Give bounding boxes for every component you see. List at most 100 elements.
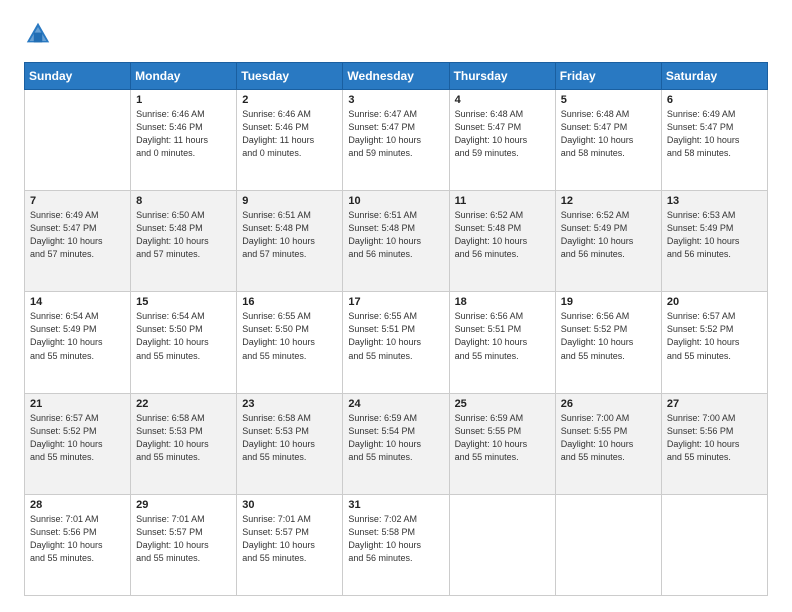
calendar-cell: 19 Sunrise: 6:56 AM Sunset: 5:52 PM Dayli…: [555, 292, 661, 393]
day-info: Sunrise: 6:57 AM Sunset: 5:52 PM Dayligh…: [30, 412, 125, 464]
calendar-cell: 4 Sunrise: 6:48 AM Sunset: 5:47 PM Daylig…: [449, 90, 555, 191]
day-number: 20: [667, 296, 762, 308]
calendar-cell: 20 Sunrise: 6:57 AM Sunset: 5:52 PM Dayli…: [661, 292, 767, 393]
calendar-cell: 1 Sunrise: 6:46 AM Sunset: 5:46 PM Daylig…: [131, 90, 237, 191]
day-info: Sunrise: 6:49 AM Sunset: 5:47 PM Dayligh…: [667, 108, 762, 160]
day-number: 5: [561, 94, 656, 106]
day-number: 27: [667, 398, 762, 410]
day-number: 7: [30, 195, 125, 207]
calendar-cell: 12 Sunrise: 6:52 AM Sunset: 5:49 PM Dayli…: [555, 191, 661, 292]
day-number: 30: [242, 499, 337, 511]
calendar-cell: 9 Sunrise: 6:51 AM Sunset: 5:48 PM Daylig…: [237, 191, 343, 292]
day-info: Sunrise: 6:54 AM Sunset: 5:50 PM Dayligh…: [136, 310, 231, 362]
day-info: Sunrise: 6:51 AM Sunset: 5:48 PM Dayligh…: [348, 209, 443, 261]
calendar-cell: 25 Sunrise: 6:59 AM Sunset: 5:55 PM Dayli…: [449, 393, 555, 494]
calendar-day-header: Friday: [555, 63, 661, 90]
day-info: Sunrise: 6:59 AM Sunset: 5:55 PM Dayligh…: [455, 412, 550, 464]
day-info: Sunrise: 6:53 AM Sunset: 5:49 PM Dayligh…: [667, 209, 762, 261]
day-number: 11: [455, 195, 550, 207]
day-info: Sunrise: 6:46 AM Sunset: 5:46 PM Dayligh…: [242, 108, 337, 160]
day-number: 26: [561, 398, 656, 410]
calendar-day-header: Saturday: [661, 63, 767, 90]
day-number: 3: [348, 94, 443, 106]
day-number: 18: [455, 296, 550, 308]
calendar-cell: 14 Sunrise: 6:54 AM Sunset: 5:49 PM Dayli…: [25, 292, 131, 393]
calendar-cell: 29 Sunrise: 7:01 AM Sunset: 5:57 PM Dayli…: [131, 494, 237, 595]
calendar-cell: 6 Sunrise: 6:49 AM Sunset: 5:47 PM Daylig…: [661, 90, 767, 191]
day-number: 8: [136, 195, 231, 207]
calendar-cell: [555, 494, 661, 595]
day-number: 14: [30, 296, 125, 308]
day-info: Sunrise: 6:46 AM Sunset: 5:46 PM Dayligh…: [136, 108, 231, 160]
day-number: 29: [136, 499, 231, 511]
calendar-day-header: Tuesday: [237, 63, 343, 90]
calendar-cell: 8 Sunrise: 6:50 AM Sunset: 5:48 PM Daylig…: [131, 191, 237, 292]
day-info: Sunrise: 7:00 AM Sunset: 5:55 PM Dayligh…: [561, 412, 656, 464]
calendar-day-header: Wednesday: [343, 63, 449, 90]
calendar-cell: 27 Sunrise: 7:00 AM Sunset: 5:56 PM Dayli…: [661, 393, 767, 494]
day-number: 10: [348, 195, 443, 207]
day-info: Sunrise: 6:59 AM Sunset: 5:54 PM Dayligh…: [348, 412, 443, 464]
day-number: 9: [242, 195, 337, 207]
day-number: 1: [136, 94, 231, 106]
day-info: Sunrise: 6:58 AM Sunset: 5:53 PM Dayligh…: [242, 412, 337, 464]
day-number: 23: [242, 398, 337, 410]
day-info: Sunrise: 7:02 AM Sunset: 5:58 PM Dayligh…: [348, 513, 443, 565]
calendar-cell: 3 Sunrise: 6:47 AM Sunset: 5:47 PM Daylig…: [343, 90, 449, 191]
logo: [24, 20, 58, 48]
day-number: 17: [348, 296, 443, 308]
day-number: 2: [242, 94, 337, 106]
day-info: Sunrise: 6:48 AM Sunset: 5:47 PM Dayligh…: [561, 108, 656, 160]
calendar-week-row: 28Sunrise: 7:01 AM Sunset: 5:56 PM Dayli…: [25, 494, 768, 595]
calendar-day-header: Monday: [131, 63, 237, 90]
day-number: 21: [30, 398, 125, 410]
calendar-cell: 2 Sunrise: 6:46 AM Sunset: 5:46 PM Daylig…: [237, 90, 343, 191]
calendar-cell: 21 Sunrise: 6:57 AM Sunset: 5:52 PM Dayli…: [25, 393, 131, 494]
day-number: 13: [667, 195, 762, 207]
day-info: Sunrise: 6:57 AM Sunset: 5:52 PM Dayligh…: [667, 310, 762, 362]
page: SundayMondayTuesdayWednesdayThursdayFrid…: [0, 0, 792, 612]
day-number: 19: [561, 296, 656, 308]
day-info: Sunrise: 7:01 AM Sunset: 5:57 PM Dayligh…: [136, 513, 231, 565]
day-info: Sunrise: 6:56 AM Sunset: 5:51 PM Dayligh…: [455, 310, 550, 362]
day-number: 25: [455, 398, 550, 410]
calendar-cell: 24 Sunrise: 6:59 AM Sunset: 5:54 PM Dayli…: [343, 393, 449, 494]
day-number: 16: [242, 296, 337, 308]
calendar-cell: 30Sunrise: 7:01 AM Sunset: 5:57 PM Dayli…: [237, 494, 343, 595]
calendar-cell: [25, 90, 131, 191]
calendar-week-row: 21 Sunrise: 6:57 AM Sunset: 5:52 PM Dayli…: [25, 393, 768, 494]
header: [24, 20, 768, 48]
day-info: Sunrise: 6:56 AM Sunset: 5:52 PM Dayligh…: [561, 310, 656, 362]
day-number: 6: [667, 94, 762, 106]
calendar-cell: [661, 494, 767, 595]
day-info: Sunrise: 6:50 AM Sunset: 5:48 PM Dayligh…: [136, 209, 231, 261]
day-info: Sunrise: 6:52 AM Sunset: 5:49 PM Dayligh…: [561, 209, 656, 261]
calendar-header-row: SundayMondayTuesdayWednesdayThursdayFrid…: [25, 63, 768, 90]
calendar-cell: 11 Sunrise: 6:52 AM Sunset: 5:48 PM Dayli…: [449, 191, 555, 292]
day-info: Sunrise: 6:54 AM Sunset: 5:49 PM Dayligh…: [30, 310, 125, 362]
day-number: 4: [455, 94, 550, 106]
day-info: Sunrise: 6:47 AM Sunset: 5:47 PM Dayligh…: [348, 108, 443, 160]
calendar-week-row: 1 Sunrise: 6:46 AM Sunset: 5:46 PM Daylig…: [25, 90, 768, 191]
calendar-cell: 16 Sunrise: 6:55 AM Sunset: 5:50 PM Dayli…: [237, 292, 343, 393]
day-info: Sunrise: 6:52 AM Sunset: 5:48 PM Dayligh…: [455, 209, 550, 261]
day-info: Sunrise: 6:51 AM Sunset: 5:48 PM Dayligh…: [242, 209, 337, 261]
calendar-week-row: 14 Sunrise: 6:54 AM Sunset: 5:49 PM Dayli…: [25, 292, 768, 393]
day-info: Sunrise: 6:48 AM Sunset: 5:47 PM Dayligh…: [455, 108, 550, 160]
calendar-cell: 7 Sunrise: 6:49 AM Sunset: 5:47 PM Daylig…: [25, 191, 131, 292]
day-info: Sunrise: 6:58 AM Sunset: 5:53 PM Dayligh…: [136, 412, 231, 464]
calendar-cell: 17Sunrise: 6:55 AM Sunset: 5:51 PM Dayli…: [343, 292, 449, 393]
calendar-cell: 15 Sunrise: 6:54 AM Sunset: 5:50 PM Dayli…: [131, 292, 237, 393]
calendar-cell: [449, 494, 555, 595]
calendar-cell: 28Sunrise: 7:01 AM Sunset: 5:56 PM Dayli…: [25, 494, 131, 595]
calendar-cell: 5 Sunrise: 6:48 AM Sunset: 5:47 PM Daylig…: [555, 90, 661, 191]
calendar-day-header: Thursday: [449, 63, 555, 90]
day-info: Sunrise: 7:00 AM Sunset: 5:56 PM Dayligh…: [667, 412, 762, 464]
calendar-day-header: Sunday: [25, 63, 131, 90]
day-info: Sunrise: 6:55 AM Sunset: 5:50 PM Dayligh…: [242, 310, 337, 362]
day-info: Sunrise: 7:01 AM Sunset: 5:56 PM Dayligh…: [30, 513, 125, 565]
day-number: 12: [561, 195, 656, 207]
day-number: 24: [348, 398, 443, 410]
day-number: 15: [136, 296, 231, 308]
day-info: Sunrise: 6:49 AM Sunset: 5:47 PM Dayligh…: [30, 209, 125, 261]
